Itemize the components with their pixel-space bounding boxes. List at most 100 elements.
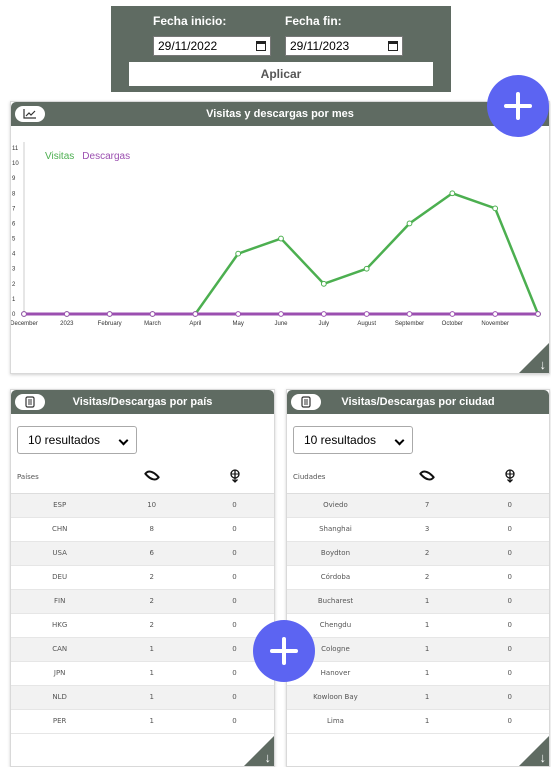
chart-card: Visitas y descargas por mes Visitas Desc…	[10, 101, 550, 374]
visits-cell: 1	[108, 685, 196, 710]
country-code-cell: NLD	[11, 685, 109, 710]
table-icon[interactable]	[15, 394, 45, 410]
chart-card-header: Visitas y descargas por mes	[11, 102, 549, 126]
city-name-cell: Boydton	[287, 541, 384, 566]
downloads-col-header[interactable]	[470, 461, 549, 494]
visits-cell: 3	[383, 517, 471, 542]
table-row: CHN 8 0	[11, 517, 274, 542]
city-select-value: 10 resultados	[304, 433, 377, 447]
downloads-cell: 0	[470, 589, 549, 614]
table-row: CAN 1 0	[11, 637, 274, 662]
x-tick-label: November	[481, 321, 509, 327]
downloads-cell: 0	[470, 541, 549, 566]
data-point	[492, 311, 499, 317]
data-point	[278, 235, 284, 242]
downloads-cell: 0	[195, 709, 274, 734]
city-card-title: Visitas/Descargas por ciudad	[341, 396, 495, 408]
chevron-down-icon	[394, 435, 405, 446]
add-fab-button[interactable]	[487, 75, 549, 137]
country-table: Países ESP 10 0 CHN 8 0 USA 6 0 DEU 2 0 FIN 2 0 HKG 2 0 CA…	[11, 461, 274, 734]
visits-col-header[interactable]	[108, 461, 196, 494]
visits-cell: 2	[108, 589, 196, 614]
country-code-cell: HKG	[11, 613, 109, 638]
y-tick-label: 6	[12, 221, 16, 227]
city-name-cell: Lima	[287, 709, 384, 734]
city-name-cell: Kowloon Bay	[287, 685, 384, 710]
x-tick-label: August	[357, 321, 376, 327]
start-date-value: 29/11/2022	[158, 39, 218, 53]
add-fab-button[interactable]	[253, 620, 315, 682]
y-tick-label: 7	[12, 206, 16, 212]
table-row: USA 6 0	[11, 541, 274, 566]
table-row: Kowloon Bay 1 0	[287, 685, 549, 710]
table-row: FIN 2 0	[11, 589, 274, 614]
x-tick-label: September	[395, 321, 424, 327]
table-row: Lima 1 0	[287, 709, 549, 734]
table-row: PER 1 0	[11, 709, 274, 734]
city-col-header[interactable]: Ciudades	[287, 461, 384, 494]
end-date-input[interactable]: 29/11/2023	[285, 36, 403, 56]
visits-cell: 1	[108, 709, 196, 734]
data-point	[363, 311, 370, 317]
y-tick-label: 4	[12, 252, 16, 258]
country-code-cell: FIN	[11, 589, 109, 614]
downloads-cell: 0	[195, 493, 274, 518]
data-point	[492, 205, 499, 212]
country-select-value: 10 resultados	[28, 433, 101, 447]
downloads-cell: 0	[470, 565, 549, 590]
x-tick-label: March	[144, 321, 161, 327]
data-point	[406, 311, 413, 317]
downloads-cell: 0	[195, 517, 274, 542]
y-tick-label: 10	[12, 161, 19, 167]
table-row: NLD 1 0	[11, 685, 274, 710]
city-results-select[interactable]: 10 resultados	[293, 426, 413, 454]
visits-cell: 2	[108, 613, 196, 638]
x-tick-label: December	[11, 321, 38, 327]
country-results-select[interactable]: 10 resultados	[17, 426, 137, 454]
x-tick-label: April	[189, 321, 201, 327]
country-code-cell: DEU	[11, 565, 109, 590]
visits-cell: 1	[108, 637, 196, 662]
data-point	[449, 190, 456, 197]
eye-icon	[419, 467, 436, 484]
downloads-cell: 0	[470, 613, 549, 638]
arrow-down-icon[interactable]: ↓	[540, 358, 547, 371]
table-row: JPN 1 0	[11, 661, 274, 686]
apply-button[interactable]: Aplicar	[129, 62, 433, 86]
arrow-down-icon[interactable]: ↓	[540, 751, 547, 764]
x-tick-label: 2023	[60, 321, 74, 327]
start-date-input[interactable]: 29/11/2022	[153, 36, 271, 56]
downloads-col-header[interactable]	[195, 461, 274, 494]
country-card: Visitas/Descargas por país 10 resultados…	[10, 389, 275, 767]
visits-cell: 6	[108, 541, 196, 566]
data-point	[535, 311, 541, 317]
table-row: DEU 2 0	[11, 565, 274, 590]
data-point	[149, 311, 156, 317]
data-point	[406, 220, 413, 227]
x-tick-label: October	[442, 321, 463, 327]
visits-cell: 1	[383, 589, 471, 614]
table-icon[interactable]	[291, 394, 321, 410]
end-date-value: 29/11/2023	[290, 39, 350, 53]
downloads-cell: 0	[470, 637, 549, 662]
y-tick-label: 3	[12, 267, 16, 273]
table-row: HKG 2 0	[11, 613, 274, 638]
x-tick-label: July	[318, 321, 329, 327]
country-card-header: Visitas/Descargas por país	[11, 390, 274, 414]
y-tick-label: 8	[12, 191, 16, 197]
calendar-icon[interactable]	[388, 41, 398, 51]
y-tick-label: 0	[12, 312, 16, 318]
chevron-down-icon	[118, 435, 129, 446]
visits-col-header[interactable]	[383, 461, 471, 494]
city-card-header: Visitas/Descargas por ciudad	[287, 390, 549, 414]
country-col-header[interactable]: Países	[11, 461, 109, 494]
visits-cell: 1	[383, 661, 471, 686]
start-date-label: Fecha inicio:	[153, 14, 227, 28]
visits-cell: 1	[383, 709, 471, 734]
city-card: Visitas/Descargas por ciudad 10 resultad…	[286, 389, 550, 767]
data-point	[363, 265, 370, 272]
arrow-down-icon[interactable]: ↓	[265, 751, 272, 764]
data-point	[63, 311, 70, 317]
calendar-icon[interactable]	[256, 41, 266, 51]
chart-icon[interactable]	[15, 106, 45, 122]
